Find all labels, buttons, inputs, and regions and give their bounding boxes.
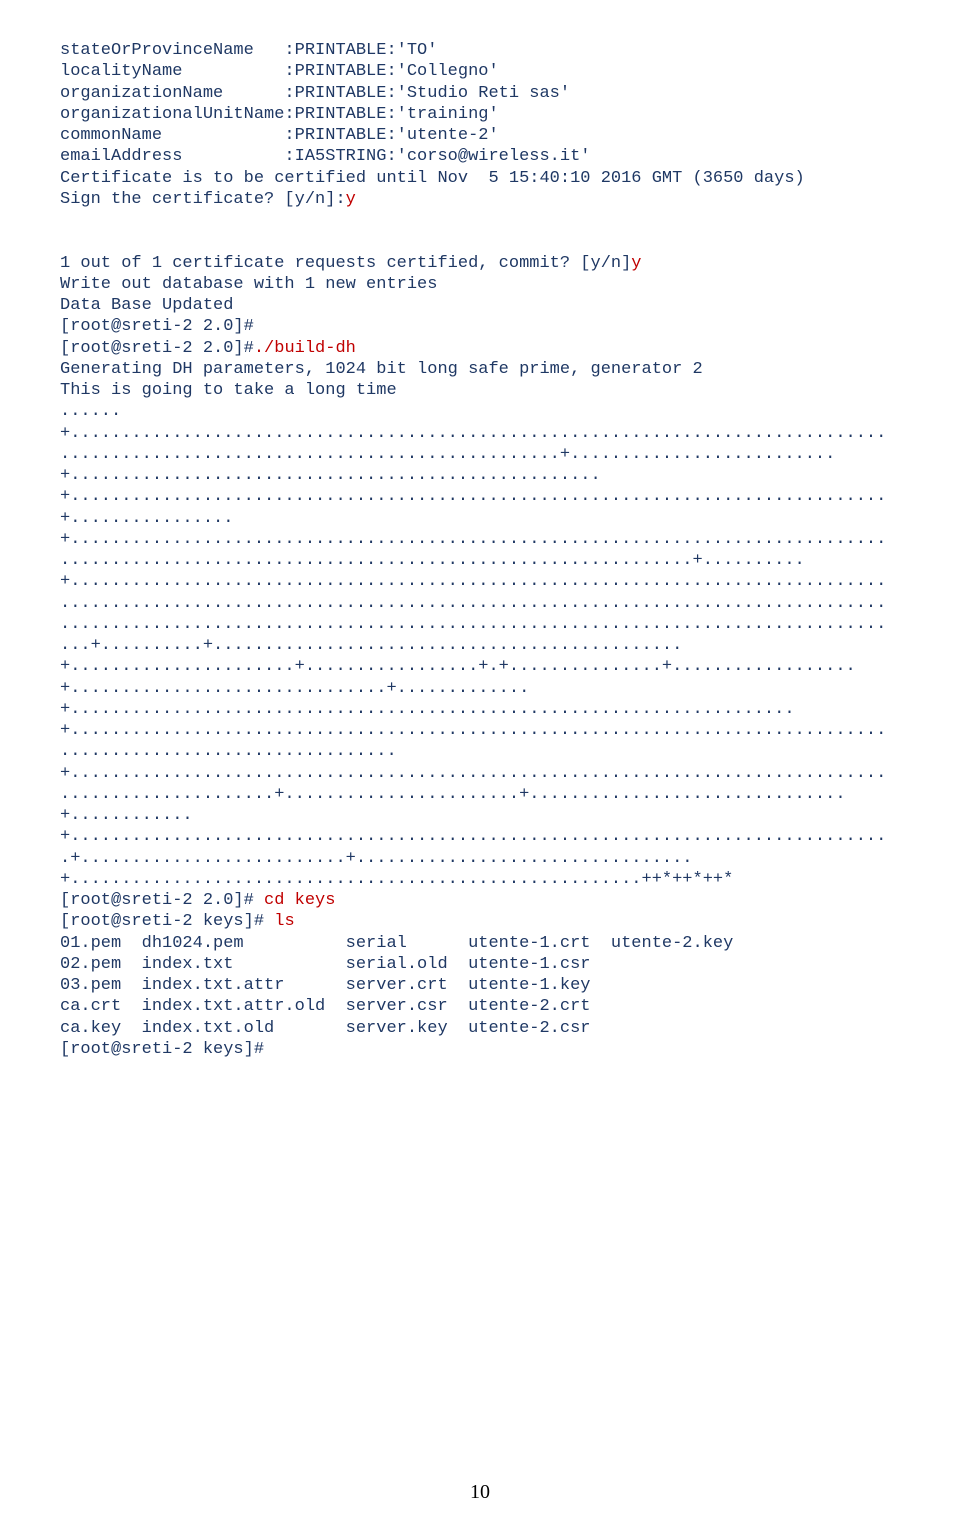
terminal-line: +.......................................… <box>60 869 900 890</box>
terminal-line: [root@sreti-2 2.0]# <box>60 316 900 337</box>
terminal-line: ........................................… <box>60 593 900 614</box>
terminal-line: +......................+................… <box>60 656 900 677</box>
page-number: 10 <box>60 1480 900 1505</box>
terminal-line: +................ <box>60 508 900 529</box>
terminal-line: stateOrProvinceName :PRINTABLE:'TO' <box>60 40 900 61</box>
terminal-line: ca.key index.txt.old server.key utente-2… <box>60 1018 900 1039</box>
terminal-line: +.......................................… <box>60 529 900 550</box>
terminal-output: stateOrProvinceName :PRINTABLE:'TO'local… <box>60 40 900 1060</box>
terminal-line: organizationalUnitName:PRINTABLE:'traini… <box>60 104 900 125</box>
terminal-line: emailAddress :IA5STRING:'corso@wireless.… <box>60 146 900 167</box>
terminal-line: ........................................… <box>60 614 900 635</box>
terminal-line: [root@sreti-2 2.0]#./build-dh <box>60 338 900 359</box>
terminal-line: ca.crt index.txt.attr.old server.csr ute… <box>60 996 900 1017</box>
terminal-line <box>60 210 900 231</box>
terminal-line: 1 out of 1 certificate requests certifie… <box>60 253 900 274</box>
terminal-line: Generating DH parameters, 1024 bit long … <box>60 359 900 380</box>
terminal-line: commonName :PRINTABLE:'utente-2' <box>60 125 900 146</box>
terminal-line: ........................................… <box>60 550 900 571</box>
terminal-line: Data Base Updated <box>60 295 900 316</box>
terminal-line: +.......................................… <box>60 465 900 486</box>
terminal-line: Sign the certificate? [y/n]:y <box>60 189 900 210</box>
terminal-line: .+..........................+...........… <box>60 848 900 869</box>
terminal-line: +.......................................… <box>60 423 900 444</box>
terminal-line: [root@sreti-2 2.0]# cd keys <box>60 890 900 911</box>
terminal-line: +............ <box>60 805 900 826</box>
terminal-line: +.......................................… <box>60 699 900 720</box>
terminal-line <box>60 231 900 252</box>
terminal-line: [root@sreti-2 keys]# ls <box>60 911 900 932</box>
terminal-line: ................................. <box>60 741 900 762</box>
terminal-line: +...............................+.......… <box>60 678 900 699</box>
terminal-line: [root@sreti-2 keys]# <box>60 1039 900 1060</box>
terminal-line: 02.pem index.txt serial.old utente-1.csr <box>60 954 900 975</box>
terminal-line: Write out database with 1 new entries <box>60 274 900 295</box>
terminal-line: 03.pem index.txt.attr server.crt utente-… <box>60 975 900 996</box>
terminal-line: .....................+..................… <box>60 784 900 805</box>
terminal-line: This is going to take a long time <box>60 380 900 401</box>
terminal-line: +.......................................… <box>60 826 900 847</box>
terminal-line: localityName :PRINTABLE:'Collegno' <box>60 61 900 82</box>
terminal-line: +.......................................… <box>60 763 900 784</box>
terminal-line: 01.pem dh1024.pem serial utente-1.crt ut… <box>60 933 900 954</box>
terminal-line: ...... <box>60 401 900 422</box>
terminal-line: ...+..........+.........................… <box>60 635 900 656</box>
terminal-line: ........................................… <box>60 444 900 465</box>
terminal-line: +.......................................… <box>60 571 900 592</box>
terminal-line: organizationName :PRINTABLE:'Studio Reti… <box>60 83 900 104</box>
terminal-line: +.......................................… <box>60 486 900 507</box>
terminal-line: Certificate is to be certified until Nov… <box>60 168 900 189</box>
terminal-line: +.......................................… <box>60 720 900 741</box>
